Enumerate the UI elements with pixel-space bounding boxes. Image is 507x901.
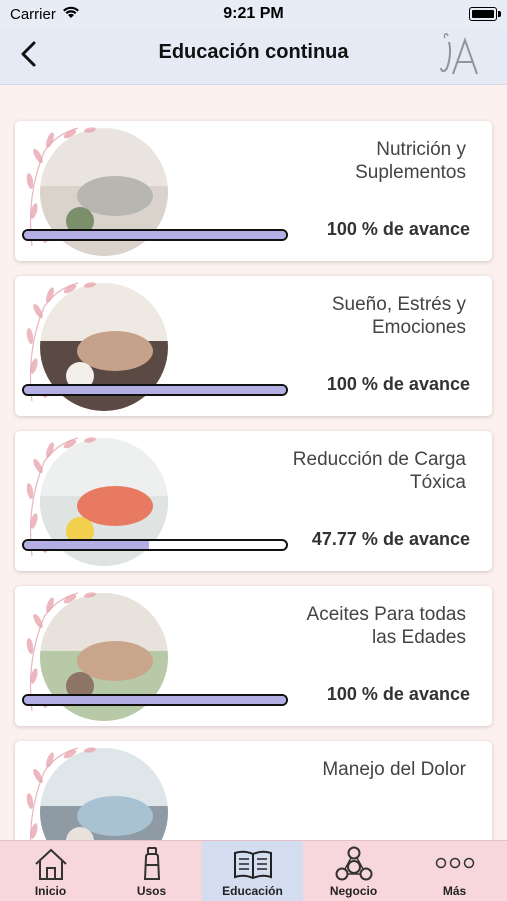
tab-label: Usos (136, 884, 167, 898)
progress-fill (24, 231, 286, 239)
tab-inicio[interactable]: Inicio (0, 841, 101, 901)
course-card[interactable]: Nutrición y Suplementos 100 % de avance (15, 121, 492, 261)
progress-label: 100 % de avance (326, 374, 470, 394)
book-icon (234, 850, 272, 880)
course-image (26, 747, 168, 840)
home-icon (35, 848, 67, 880)
course-card[interactable]: Reducción de Carga Tóxica 47.77 % de avan… (15, 431, 492, 571)
course-card[interactable]: Manejo del Dolor (15, 741, 492, 840)
course-title: Aceites Para todas las Edades (306, 604, 466, 648)
course-title: Manejo del Dolor (322, 759, 466, 780)
course-list: Nutrición y Suplementos 100 % de avance Su… (0, 85, 507, 840)
course-card[interactable]: Sueño, Estrés y Emociones 100 % de avance (15, 276, 492, 416)
status-bar: Carrier 9:21 PM (0, 0, 507, 28)
navigation-bar: Educación continua (0, 28, 507, 85)
progress-label: 47.77 % de avance (311, 529, 470, 549)
progress-bar (22, 694, 288, 706)
progress-bar (22, 229, 288, 241)
tab-label: Inicio (34, 884, 67, 898)
progress-label: 100 % de avance (326, 219, 470, 239)
tab-bar: Inicio Usos Educación Negocio Más (0, 840, 507, 901)
tab-educacion[interactable]: Educación (202, 841, 303, 901)
progress-fill (24, 696, 286, 704)
progress-bar (22, 539, 288, 551)
course-title: Sueño, Estrés y Emociones (331, 294, 466, 338)
tab-mas[interactable]: Más (404, 841, 505, 901)
bottle-icon (143, 847, 161, 880)
progress-fill (24, 386, 286, 394)
tab-label: Educación (222, 884, 283, 898)
tab-label: Más (442, 884, 467, 898)
more-icon (435, 857, 475, 869)
progress-bar (22, 384, 288, 396)
progress-fill (24, 541, 150, 549)
clock: 9:21 PM (223, 5, 284, 22)
network-icon (335, 846, 373, 881)
course-card[interactable]: Aceites Para todas las Edades 100 % de av… (15, 586, 492, 726)
page-title: Educación continua (158, 41, 349, 63)
tab-negocio[interactable]: Negocio (303, 841, 404, 901)
tab-label: Negocio (329, 884, 378, 898)
tab-usos[interactable]: Usos (101, 841, 202, 901)
course-title: Nutrición y Suplementos (355, 139, 466, 183)
battery-icon (469, 7, 501, 21)
course-title: Reducción de Carga Tóxica (292, 449, 466, 493)
app-logo (440, 33, 478, 75)
progress-label: 100 % de avance (326, 684, 470, 704)
